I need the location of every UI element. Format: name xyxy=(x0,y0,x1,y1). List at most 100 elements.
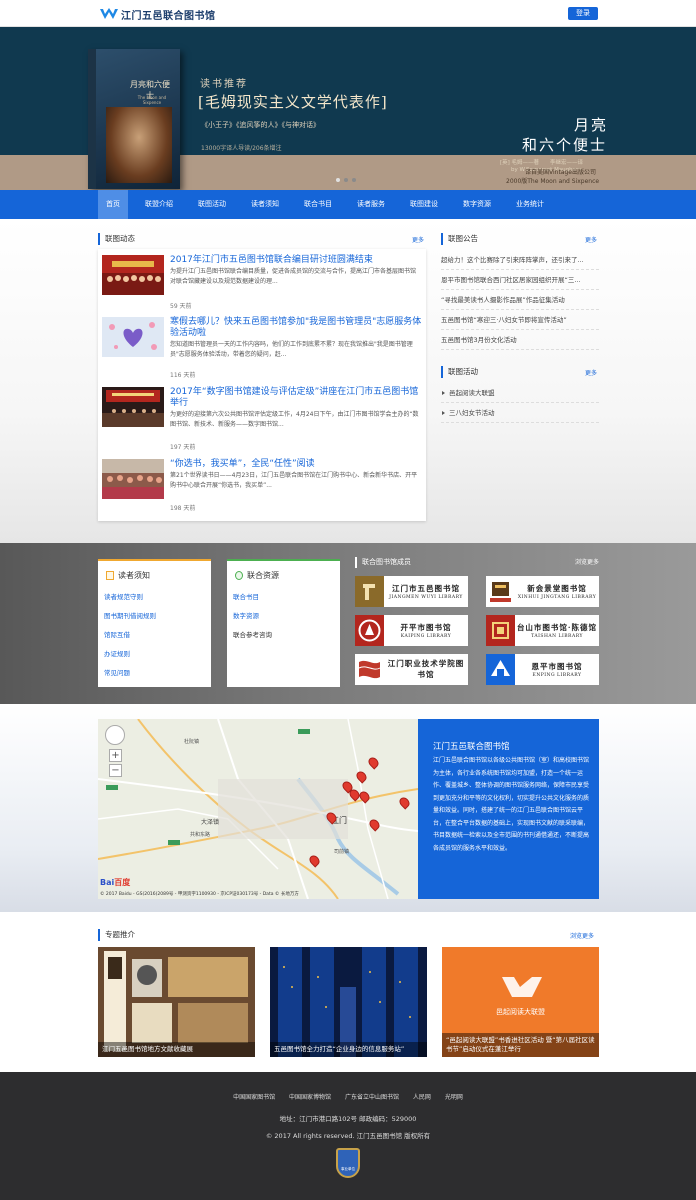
announcement-item[interactable]: 恩平市图书馆联合西门社区居家园组织开展“三... xyxy=(441,270,599,290)
footer-link[interactable]: 广东省立中山图书馆 xyxy=(345,1094,399,1101)
library-name: 开平市图书馆 xyxy=(400,623,452,632)
library-name-en: JIANGMEN WUYI LIBRARY xyxy=(389,595,463,600)
banner-author: [英] 毛姆——著 李继宏——译 xyxy=(500,160,584,166)
news-title[interactable]: 寒假去哪儿？快来五邑图书馆参加"我是图书管理员"志愿服务体验活动啦 xyxy=(170,317,422,339)
member-library[interactable]: 江门职业技术学院图书馆 xyxy=(355,654,468,685)
library-name: 新会景堂图书馆 xyxy=(527,584,587,593)
topic-caption: 五邑图书馆全力打造“企业身边的信息服务站” xyxy=(270,1042,427,1057)
announcements-heading: 联图公告 xyxy=(441,233,478,245)
news-title[interactable]: 2017年“数字图书馆建设与评估定级”讲座在江门市五邑图书馆举行 xyxy=(170,387,422,409)
library-name-en: ENPING LIBRARY xyxy=(532,673,582,678)
resource-item[interactable]: 联合书目 xyxy=(233,588,333,607)
announcement-item[interactable]: 五邑图书馆“寒迎三·八妇女节即将宣传活动” xyxy=(441,310,599,330)
enping-library-logo xyxy=(486,654,515,685)
login-button[interactable]: 登录 xyxy=(568,7,598,20)
footer-link[interactable]: 中国国家图书馆 xyxy=(233,1094,275,1101)
library-name-en: XINHUI JINGTANG LIBRARY xyxy=(517,595,597,600)
map-info-title: 江门五邑联合图书馆 xyxy=(433,742,510,752)
nav-item-digital[interactable]: 数字资源 xyxy=(455,190,499,219)
news-desc: 您知道图书管理员一天的工作内容吗，他们的工作到底累不累？现在我馆推出"我是图书管… xyxy=(170,341,413,358)
map-roads: 杜阮镇共和东路司前镇 xyxy=(98,719,418,899)
nav-item-about[interactable]: 联盟介绍 xyxy=(137,190,181,219)
banner-meta: 13000字译人导读/206条增注 xyxy=(201,145,282,152)
news-list: 2017年江门市五邑图书馆联合编目研讨班圆满结束 为提升江门五邑图书馆联合编目质… xyxy=(98,249,426,521)
member-library[interactable]: 江门市五邑图书馆 JIANGMEN WUYI LIBRARY xyxy=(355,576,468,607)
member-library[interactable]: 开平市图书馆 KAIPING LIBRARY xyxy=(355,615,468,646)
nav-item-home[interactable]: 首页 xyxy=(98,190,128,219)
nav-item-reader-service[interactable]: 读者服务 xyxy=(349,190,393,219)
nav-item-catalog[interactable]: 联合书目 xyxy=(296,190,340,219)
topic-card[interactable]: 江门五邑图书馆地方文献收藏展 xyxy=(98,947,255,1057)
nav-item-reader-notice[interactable]: 读者须知 xyxy=(243,190,287,219)
nav-item-statistics[interactable]: 业务统计 xyxy=(508,190,552,219)
activities-list: 邑起阅读大联盟 三八妇女节活动 xyxy=(441,383,599,423)
resource-item[interactable]: 数字资源 xyxy=(233,607,333,626)
news-heading: 联图动态 xyxy=(98,233,135,245)
footer-link[interactable]: 人民网 xyxy=(413,1094,431,1101)
reader-notice-item[interactable]: 图书期刊借阅规则 xyxy=(104,607,204,626)
member-library[interactable]: 台山市图书馆·陈德馆 TAISHAN LIBRARY xyxy=(486,615,599,646)
announcement-item[interactable]: “寻找最美读书人摄影作品展”作品征集活动 xyxy=(441,290,599,310)
site-title: 江门五邑联合图书馆 xyxy=(121,10,216,22)
logo-icon xyxy=(100,8,118,19)
map[interactable]: 杜阮镇 共和东路 司前镇 + − 江门 大泽镇 Bai百度 © 2017 Baidu… xyxy=(98,719,418,899)
banner-works: 《小王子》《追风筝的人》《与神对话》 xyxy=(201,121,320,129)
nav-item-activities[interactable]: 联图活动 xyxy=(190,190,234,219)
carousel-dot[interactable] xyxy=(344,178,348,182)
topic-caption: “邑起阅读大联盟”书香进社区活动 暨“第八届社区读书节”启动仪式在蓬江举行 xyxy=(442,1033,599,1057)
site-logo[interactable]: 江门五邑联合图书馆 xyxy=(100,6,216,22)
topics-more-link[interactable]: 浏览更多 xyxy=(570,931,594,940)
news-item[interactable]: 寒假去哪儿？快来五邑图书馆参加"我是图书管理员"志愿服务体验活动啦 您知道图书管… xyxy=(102,317,422,383)
news-desc: 第21个世界读书日——4月23日，江门五邑联合图书馆在江门购书中心、新会新华书店… xyxy=(170,472,418,489)
taishan-library-logo xyxy=(486,615,515,646)
resources-card: 联合资源 联合书目 数字资源 联合参考咨询 xyxy=(227,559,340,687)
resource-item[interactable]: 联合参考咨询 xyxy=(233,626,333,645)
reader-notice-item[interactable]: 读者规范守则 xyxy=(104,588,204,607)
news-item[interactable]: “你选书，我买单”，全民“任性”阅读 第21个世界读书日——4月23日，江门五邑… xyxy=(102,459,422,517)
news-more-link[interactable]: 更多 xyxy=(412,235,424,244)
news-title[interactable]: 2017年江门市五邑图书馆联合编目研讨班圆满结束 xyxy=(170,255,422,266)
banner-edition: 2000版The Moon and Sixpence xyxy=(506,178,600,185)
map-zoom-out-button[interactable]: − xyxy=(109,764,122,777)
announcements-list: 超给力！这个比赛除了引来阵阵掌声，还引来了... 恩平市图书馆联合西门社区居家园… xyxy=(441,250,599,350)
news-item[interactable]: 2017年“数字图书馆建设与评估定级”讲座在江门市五邑图书馆举行 为更好的迎接第… xyxy=(102,387,422,453)
announcement-item[interactable]: 五邑图书馆3月份文化活动 xyxy=(441,330,599,350)
footer-link[interactable]: 中国国家博物馆 xyxy=(289,1094,331,1101)
member-library[interactable]: 恩平市图书馆 ENPING LIBRARY xyxy=(486,654,599,685)
resources-title: 联合资源 xyxy=(247,571,279,580)
news-thumb xyxy=(102,459,164,499)
map-zoom-in-button[interactable]: + xyxy=(109,749,122,762)
activity-item[interactable]: 邑起阅读大联盟 xyxy=(441,383,599,403)
nav-item-construction[interactable]: 联图建设 xyxy=(402,190,446,219)
reader-notice-item[interactable]: 馆际互借 xyxy=(104,626,204,645)
news-title[interactable]: “你选书，我买单”，全民“任性”阅读 xyxy=(170,459,422,470)
map-info-body: 江门五邑联合图书馆以各级公共图书馆（室）和高校图书馆为主体，各行业各系统图书馆均… xyxy=(433,757,590,852)
banner-headline: [毛姆现实主义文学代表作] xyxy=(198,93,388,111)
announcement-item[interactable]: 超给力！这个比赛除了引来阵阵掌声，还引来了... xyxy=(441,250,599,270)
announcements-more-link[interactable]: 更多 xyxy=(585,235,597,244)
banner-carousel[interactable]: 月亮和六便士 The Moon and Sixpence 读书推荐 [毛姆现实主… xyxy=(0,27,696,190)
gov-badge-icon[interactable]: 事业单位 xyxy=(336,1148,360,1178)
activities-more-link[interactable]: 更多 xyxy=(585,368,597,377)
banner-book-title-1: 月亮 xyxy=(574,116,609,134)
footer-link[interactable]: 光明网 xyxy=(445,1094,463,1101)
reader-notice-item[interactable]: 常见问题 xyxy=(104,664,204,683)
topic-card[interactable]: 邑起阅读大联盟 “邑起阅读大联盟”书香进社区活动 暨“第八届社区读书节”启动仪式… xyxy=(442,947,599,1057)
news-item[interactable]: 2017年江门市五邑图书馆联合编目研讨班圆满结束 为提升江门五邑图书馆联合编目质… xyxy=(102,255,422,315)
members-more-link[interactable]: 浏览更多 xyxy=(575,557,599,568)
library-name: 恩平市图书馆 xyxy=(531,662,583,671)
carousel-dot[interactable] xyxy=(336,178,340,182)
topic-card[interactable]: 五邑图书馆全力打造“企业身边的信息服务站” xyxy=(270,947,427,1057)
footer-links: 中国国家图书馆 中国国家博物馆 广东省立中山图书馆 人民网 光明网 xyxy=(0,1092,696,1101)
badge-label: 事业单位 xyxy=(341,1167,355,1171)
reader-notice-item[interactable]: 办证规则 xyxy=(104,645,204,664)
carousel-dot[interactable] xyxy=(352,178,356,182)
map-pan-control[interactable] xyxy=(105,725,125,745)
book-icon xyxy=(106,571,114,580)
svg-text:司前镇: 司前镇 xyxy=(334,848,349,855)
member-library[interactable]: 新会景堂图书馆 XINHUI JINGTANG LIBRARY xyxy=(486,576,599,607)
news-date: 197 天前 xyxy=(170,444,196,451)
activity-item[interactable]: 三八妇女节活动 xyxy=(441,403,599,423)
library-name-en: TAISHAN LIBRARY xyxy=(531,634,583,639)
news-date: 198 天前 xyxy=(170,505,196,512)
